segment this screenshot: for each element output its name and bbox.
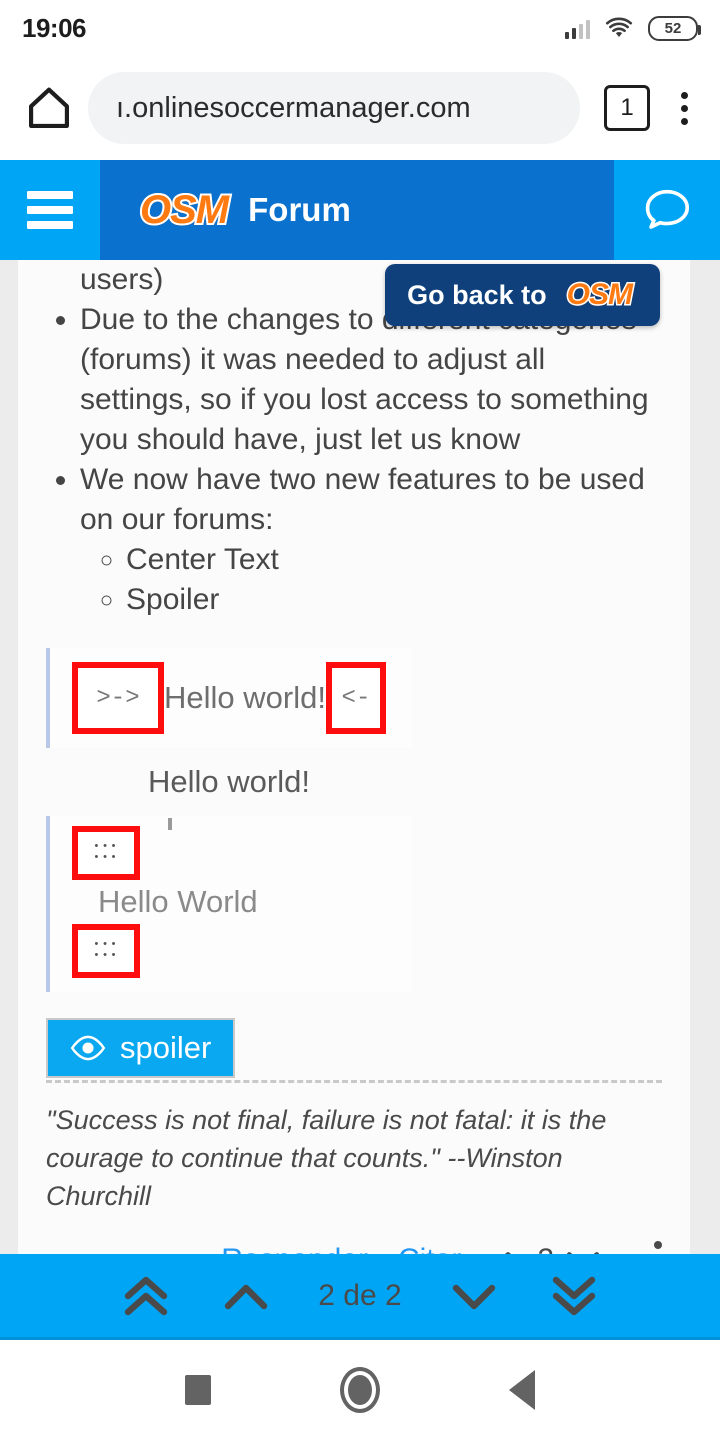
go-back-to-osm-banner[interactable]: Go back to OSM	[385, 264, 660, 326]
last-page-button[interactable]	[546, 1268, 602, 1324]
home-icon[interactable]	[16, 75, 82, 141]
url-bar[interactable]: ı.onlinesoccermanager.com	[88, 72, 580, 144]
pagination-bar: 2 de 2	[0, 1254, 720, 1340]
next-page-button[interactable]	[446, 1268, 502, 1324]
post-overflow-menu-icon[interactable]	[630, 1241, 662, 1254]
post-sub-bullet-list: Center Text Spoiler	[126, 540, 662, 620]
go-back-label: Go back to	[407, 279, 547, 310]
annotation-box-open-tag: >->	[72, 662, 164, 734]
browser-toolbar: ı.onlinesoccermanager.com 1	[0, 56, 720, 160]
vote-control: 2	[491, 1243, 600, 1254]
post-actions: Responder Citar 2	[46, 1215, 662, 1254]
forum-title: Forum	[248, 191, 351, 228]
spoiler-code-block: ••• ••• Hello World ••• •••	[46, 816, 412, 992]
battery-indicator: 52	[648, 15, 701, 41]
post-bullet-list: Due to the changes to different categori…	[80, 300, 662, 540]
overflow-menu-icon[interactable]	[664, 85, 704, 131]
chat-bubble-icon[interactable]	[614, 160, 720, 260]
center-text-code-block: >-> Hello world! <-	[46, 648, 412, 748]
status-bar: 19:06 52	[0, 0, 720, 56]
spoiler-toggle-button[interactable]: spoiler	[46, 1018, 236, 1078]
tab-count-button[interactable]: 1	[604, 85, 650, 131]
prev-page-button[interactable]	[218, 1268, 274, 1324]
annotation-box-spoiler-close: ••• •••	[72, 924, 140, 978]
android-navigation-bar	[0, 1340, 720, 1440]
vote-count: 2	[537, 1243, 554, 1254]
post-signature: "Success is not final, failure is not fa…	[46, 1105, 607, 1211]
annotation-box-close-tag: <-	[325, 662, 386, 734]
quote-button[interactable]: Citar	[398, 1243, 461, 1254]
center-close-tag: <-	[341, 684, 371, 712]
triangle-back-icon[interactable]	[509, 1370, 536, 1410]
spoiler-open-tag-row: ••• •••	[72, 826, 412, 880]
spoiler-open-tag: ••• •••	[93, 841, 119, 864]
osm-logo: OSM	[134, 186, 234, 235]
list-item: Spoiler	[126, 580, 662, 620]
center-demo-text: Hello world!	[164, 680, 326, 715]
forum-header: OSM Forum	[0, 160, 720, 260]
double-chevron-down-icon	[552, 1276, 595, 1315]
url-text[interactable]: ı.onlinesoccermanager.com	[116, 92, 471, 125]
hamburger-menu-icon[interactable]	[0, 160, 100, 260]
chevron-down-icon	[452, 1284, 495, 1309]
go-back-osm-logo: OSM	[561, 276, 638, 314]
circle-home-icon[interactable]	[339, 1367, 380, 1413]
status-icons: 52	[564, 15, 701, 41]
center-text-result: Hello world!	[148, 764, 310, 799]
spoiler-close-tag-row: ••• •••	[72, 924, 412, 978]
spoiler-button-label: spoiler	[120, 1030, 212, 1065]
double-chevron-up-icon	[125, 1276, 168, 1315]
square-recents-icon[interactable]	[184, 1375, 211, 1405]
list-item: We now have two new features to be used …	[80, 460, 662, 540]
annotation-box-spoiler-open: ••• •••	[72, 826, 140, 880]
first-page-button[interactable]	[118, 1268, 174, 1324]
eye-icon	[70, 1035, 106, 1061]
status-time: 19:06	[22, 12, 87, 43]
chevron-up-icon	[225, 1284, 268, 1309]
reply-button[interactable]: Responder	[221, 1243, 368, 1254]
center-open-tag: >->	[96, 684, 140, 712]
signal-bars-icon	[564, 17, 590, 39]
page-scroll-area[interactable]: Go back to OSM users) Due to the changes…	[0, 260, 720, 1254]
page-indicator: 2 de 2	[318, 1278, 402, 1312]
wifi-icon	[605, 17, 633, 37]
forum-brand[interactable]: OSM Forum	[100, 160, 614, 260]
spoiler-close-tag: ••• •••	[93, 939, 119, 962]
spoiler-demo-text: Hello World	[98, 884, 258, 919]
post-card: Go back to OSM users) Due to the changes…	[18, 260, 690, 1254]
caret-mark-icon	[168, 818, 172, 830]
center-text-code-line: >-> Hello world! <-	[72, 662, 412, 734]
spoiler-result-area: spoiler	[46, 1018, 662, 1083]
list-item: Center Text	[126, 540, 662, 580]
